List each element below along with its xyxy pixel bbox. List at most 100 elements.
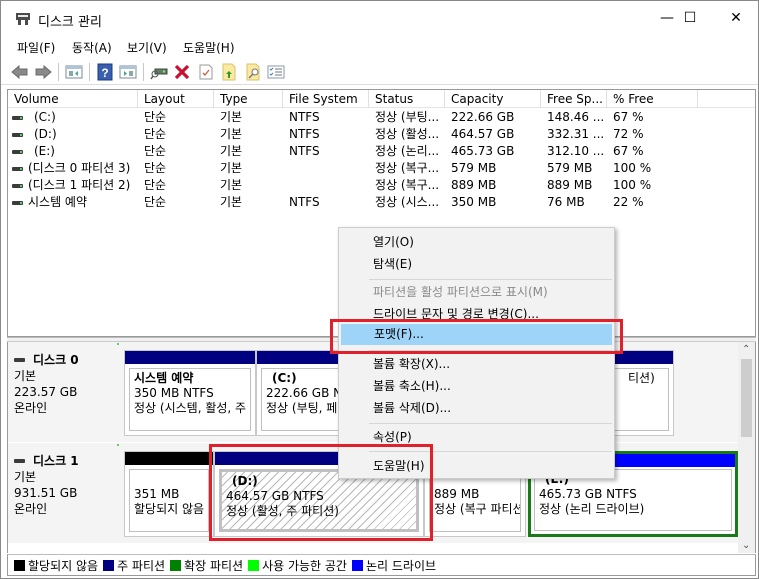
column-header-free-space[interactable]: Free Sp... (541, 90, 607, 108)
volume-icon (12, 184, 23, 188)
window-title: 디스크 관리 (38, 15, 102, 30)
partition-size: 465.73 GB NTFS (539, 487, 637, 501)
partition-system-reserved[interactable]: 시스템 예약 350 MB NTFS 정상 (시스템, 활성, 주 (124, 350, 256, 436)
menu-file[interactable]: 파일(F) (17, 39, 55, 56)
table-row[interactable]: (디스크 0 파티션 3) 단순 기본 정상 (복구... 579 MB 579 MB 10… (8, 160, 755, 177)
scroll-up-icon[interactable]: ⌃ (742, 344, 750, 355)
help-icon[interactable]: ? (96, 63, 114, 81)
row-status: 정상 (복구... (375, 178, 440, 192)
unallocated-bar (125, 452, 213, 465)
row-free-space: 332.31 ... (547, 127, 605, 141)
legend-item: 논리 드라이브 (351, 557, 436, 574)
row-percent-free: 22 % (613, 195, 644, 209)
disk-0-size: 223.57 GB (14, 385, 78, 399)
legend-bar: 할당되지 않음 주 파티션 확장 파티션 사용 가능한 공간 논리 드라이브 (7, 554, 756, 576)
menu-separator (369, 279, 612, 280)
legend-label: 사용 가능한 공간 (262, 558, 347, 573)
column-header-layout[interactable]: Layout (138, 90, 214, 108)
legend-swatch (351, 559, 363, 571)
row-layout: 단순 (144, 144, 167, 158)
row-free-space: 312.10 ... (547, 144, 605, 158)
context-item-format[interactable]: 포맷(F)... (341, 324, 612, 345)
row-type: 기본 (220, 110, 243, 124)
partition-status: 할당되지 않음 (134, 502, 205, 516)
volume-icon (12, 133, 23, 137)
volume-icon (12, 201, 23, 205)
disk-1-type: 기본 (14, 470, 37, 484)
table-row[interactable]: (D:) 단순 기본 NTFS 정상 (활성... 464.57 GB 332.31 ...… (8, 126, 755, 143)
row-layout: 단순 (144, 178, 167, 192)
row-free-space: 76 MB (547, 195, 585, 209)
row-file-system: NTFS (289, 144, 320, 158)
row-volume: (디스크 0 파티션 3) (28, 161, 131, 175)
maximize-button[interactable]: ☐ (667, 1, 713, 35)
menu-action[interactable]: 동작(A) (72, 39, 112, 56)
row-volume: (E:) (34, 144, 55, 158)
column-header-volume[interactable]: Volume (8, 90, 138, 108)
row-status: 정상 (복구... (375, 161, 440, 175)
menu-view[interactable]: 보기(V) (127, 39, 167, 56)
context-item-extend-volume[interactable]: 볼륨 확장(X)... (341, 353, 612, 375)
column-header-file-system[interactable]: File System (283, 90, 369, 108)
connect-drive-icon[interactable] (150, 63, 168, 81)
toolbar: ? (1, 59, 758, 85)
column-header-status[interactable]: Status (369, 90, 445, 108)
row-layout: 단순 (144, 110, 167, 124)
row-file-system: NTFS (289, 195, 320, 209)
legend-label: 주 파티션 (117, 558, 166, 573)
table-row[interactable]: (E:) 단순 기본 NTFS 정상 (논리... 465.73 GB 312.10 ...… (8, 143, 755, 160)
primary-partition-bar (125, 351, 255, 364)
show-hide-action-pane-icon[interactable] (119, 63, 137, 81)
partition-unallocated[interactable]: 351 MB 할당되지 않음 (124, 451, 214, 537)
partition-size: 351 MB (134, 487, 180, 501)
svg-text:?: ? (101, 66, 108, 80)
table-row[interactable]: (C:) 단순 기본 NTFS 정상 (부팅... 222.66 GB 148.46 ...… (8, 109, 755, 126)
search-icon[interactable] (244, 63, 262, 81)
export-list-icon[interactable] (220, 63, 238, 81)
settings-list-icon[interactable] (267, 63, 285, 81)
table-row[interactable]: (디스크 1 파티션 2) 단순 기본 정상 (복구... 889 MB 889 MB 10… (8, 177, 755, 194)
properties-check-icon[interactable] (197, 63, 215, 81)
disk-icon (14, 459, 25, 463)
column-header-capacity[interactable]: Capacity (445, 90, 541, 108)
context-item-shrink-volume[interactable]: 볼륨 축소(H)... (341, 375, 612, 397)
menu-help[interactable]: 도움말(H) (183, 39, 235, 56)
legend-label: 할당되지 않음 (28, 558, 99, 573)
partition-status: 정상 (논리 드라이브) (539, 502, 645, 516)
row-volume: (디스크 1 파티션 2) (28, 178, 131, 192)
legend-item: 할당되지 않음 (14, 557, 98, 574)
legend-swatch (103, 559, 115, 571)
table-row[interactable]: 시스템 예약 단순 기본 NTFS 정상 (시스... 350 MB 76 MB 22 % (8, 194, 755, 211)
scroll-down-icon[interactable]: ⌄ (742, 540, 750, 551)
context-item-properties[interactable]: 속성(P) (341, 426, 612, 448)
context-item-open[interactable]: 열기(O) (341, 231, 612, 253)
context-item-change-drive-letter[interactable]: 드라이브 문자 및 경로 변경(C)... (341, 303, 612, 325)
row-free-space: 148.46 ... (547, 110, 605, 124)
disk-management-app-icon (16, 13, 30, 25)
scroll-thumb[interactable] (741, 359, 752, 437)
disk-0-state: 온라인 (14, 401, 48, 415)
column-header-percent-free[interactable]: % Free (607, 90, 698, 108)
menu-separator (369, 350, 612, 351)
disk-map-scrollbar[interactable]: ⌃ ⌄ (738, 342, 755, 553)
back-icon[interactable] (11, 63, 29, 81)
forward-icon[interactable] (34, 63, 52, 81)
partition-name: 시스템 예약 (134, 371, 194, 385)
row-status: 정상 (부팅... (375, 110, 440, 124)
disk-1-label[interactable]: 디스크 1 기본 931.51 GB 온라인 (8, 443, 120, 543)
context-item-mark-active: 파티션을 활성 파티션으로 표시(M) (373, 285, 548, 299)
column-header-type[interactable]: Type (214, 90, 283, 108)
context-item-explore[interactable]: 탐색(E) (341, 253, 612, 275)
menu-separator (369, 451, 612, 452)
show-hide-console-tree-icon[interactable] (65, 63, 83, 81)
context-item-help[interactable]: 도움말(H) (341, 455, 612, 477)
volume-icon (12, 150, 23, 154)
row-percent-free: 67 % (613, 110, 644, 124)
disk-0-label[interactable]: 디스크 0 기본 223.57 GB 온라인 (8, 342, 120, 442)
close-button[interactable]: ✕ (713, 1, 759, 35)
row-percent-free: 67 % (613, 144, 644, 158)
legend-label: 확장 파티션 (184, 558, 244, 573)
context-item-delete-volume[interactable]: 볼륨 삭제(D)... (341, 397, 612, 419)
row-layout: 단순 (144, 127, 167, 141)
delete-icon[interactable] (173, 63, 191, 81)
